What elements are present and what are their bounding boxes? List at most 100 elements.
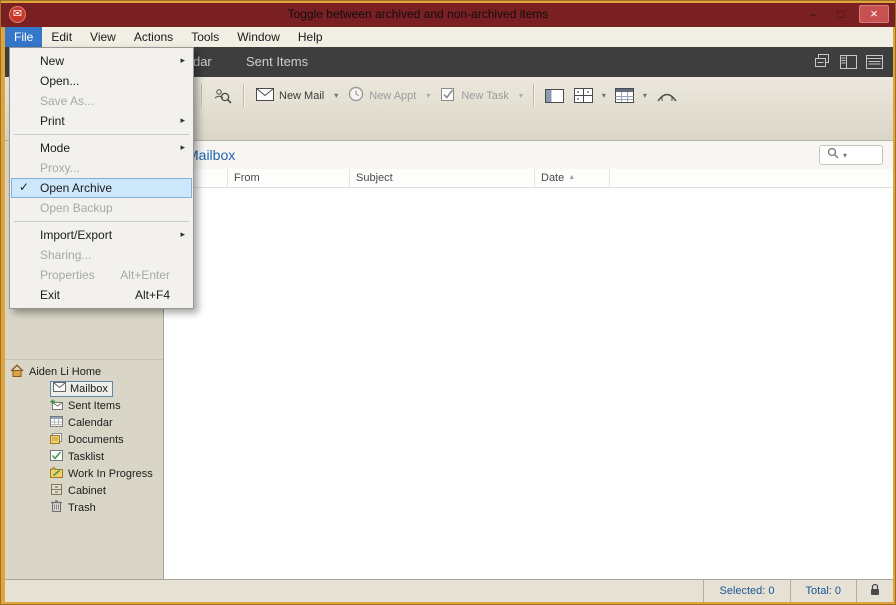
panorama-view-button[interactable] (651, 84, 683, 107)
message-list-empty[interactable] (164, 188, 893, 579)
quickviewer-dropdown[interactable]: ▾ (598, 91, 610, 100)
menu-bar: File Edit View Actions Tools Window Help (5, 27, 893, 47)
menu-view[interactable]: View (81, 27, 125, 47)
folder-cabinet[interactable]: Cabinet (5, 482, 163, 499)
toolbar-separator (533, 84, 534, 107)
maximize-button[interactable]: □ (831, 5, 851, 23)
column-separator[interactable] (227, 169, 228, 187)
menu-item-open-archive[interactable]: ✓ Open Archive (11, 178, 192, 198)
groupwise-logo-icon: ✉ (9, 6, 26, 23)
status-selected: Selected: 0 (703, 580, 789, 602)
folder-tree: Aiden Li Home Mailbox Sent Items (5, 359, 163, 516)
submenu-arrow-icon: ▸ (180, 229, 185, 240)
new-mail-dropdown[interactable]: ▾ (330, 91, 342, 100)
content-area: Mailbox ▾ From Subject Date▲ (164, 141, 893, 579)
trash-icon (50, 500, 63, 515)
menu-item-properties[interactable]: Properties Alt+Enter (11, 265, 192, 285)
folder-trash[interactable]: Trash (5, 499, 163, 516)
search-box[interactable]: ▾ (819, 145, 883, 165)
quickviewer-button[interactable] (569, 84, 598, 107)
menu-item-exit[interactable]: Exit Alt+F4 (11, 285, 192, 305)
folder-sent-items[interactable]: Sent Items (5, 397, 163, 414)
column-separator[interactable] (349, 169, 350, 187)
lock-icon (869, 583, 881, 599)
folder-work-in-progress[interactable]: Work In Progress (5, 465, 163, 482)
title-bar: ✉ Toggle between archived and non-archiv… (1, 3, 895, 27)
new-task-dropdown[interactable]: ▾ (515, 91, 527, 100)
folder-label: Work In Progress (68, 468, 153, 480)
column-subject[interactable]: Subject (356, 172, 393, 184)
split-panel-icon[interactable] (840, 55, 857, 74)
new-task-button[interactable]: New Task (434, 83, 514, 109)
search-icon (827, 146, 839, 164)
menu-item-open[interactable]: Open... (11, 71, 192, 91)
menu-item-import-export[interactable]: Import/Export ▸ (11, 225, 192, 245)
display-settings-dropdown[interactable]: ▾ (639, 91, 651, 100)
search-dropdown-icon[interactable]: ▾ (843, 151, 847, 160)
folder-label: Sent Items (68, 400, 121, 412)
menu-window[interactable]: Window (228, 27, 289, 47)
tasklist-icon (50, 450, 63, 464)
new-appt-button[interactable]: New Appt (342, 82, 422, 109)
menu-item-save-as[interactable]: Save As... (11, 91, 192, 111)
toolbar-separator (201, 84, 202, 107)
menu-item-mode[interactable]: Mode ▸ (11, 138, 192, 158)
folder-label: Calendar (68, 417, 113, 429)
column-separator[interactable] (534, 169, 535, 187)
mailbox-icon (53, 382, 66, 395)
folder-mailbox[interactable]: Mailbox (5, 380, 163, 397)
submenu-arrow-icon: ▸ (180, 115, 185, 126)
send-retrieve-icon[interactable] (815, 54, 831, 74)
folder-label: Cabinet (68, 485, 106, 497)
folder-root-label: Aiden Li Home (29, 366, 101, 378)
selected-folder-box: Mailbox (50, 381, 113, 397)
calendar-icon (50, 416, 63, 430)
menu-shortcut: Alt+F4 (135, 288, 170, 302)
column-separator[interactable] (609, 169, 610, 187)
folder-label: Mailbox (70, 383, 108, 395)
menu-item-proxy[interactable]: Proxy... (11, 158, 192, 178)
menu-shortcut: Alt+Enter (120, 268, 170, 282)
menu-help[interactable]: Help (289, 27, 332, 47)
sort-ascending-icon: ▲ (568, 174, 575, 181)
menu-file[interactable]: File (5, 27, 42, 47)
file-menu-dropdown: New ▸ Open... Save As... Print ▸ Mode ▸ … (9, 47, 194, 309)
menu-actions[interactable]: Actions (125, 27, 182, 47)
column-date[interactable]: Date▲ (541, 172, 575, 184)
folder-tasklist[interactable]: Tasklist (5, 448, 163, 465)
status-bar: Selected: 0 Total: 0 (5, 579, 893, 602)
menu-item-open-backup[interactable]: Open Backup (11, 198, 192, 218)
sent-items-icon (50, 399, 63, 413)
column-from[interactable]: From (234, 172, 260, 184)
wide-panel-icon[interactable] (866, 55, 883, 74)
envelope-icon (256, 88, 274, 104)
window-title: Toggle between archived and non-archived… (61, 7, 775, 21)
home-icon (10, 364, 24, 380)
folder-label: Documents (68, 434, 124, 446)
new-mail-label: New Mail (279, 90, 324, 102)
minimize-button[interactable]: – (803, 5, 823, 23)
menu-item-sharing[interactable]: Sharing... (11, 245, 192, 265)
nav-right-icons (815, 54, 883, 74)
folder-label: Tasklist (68, 451, 104, 463)
menu-tools[interactable]: Tools (182, 27, 228, 47)
find-contact-button[interactable] (208, 83, 237, 109)
close-button[interactable]: × (859, 5, 889, 23)
task-check-icon (440, 87, 456, 105)
show-panel-button[interactable] (540, 85, 569, 107)
folder-root-home[interactable]: Aiden Li Home (5, 363, 163, 380)
page-title: Mailbox (187, 147, 235, 163)
folder-documents[interactable]: Documents (5, 431, 163, 448)
folder-label: Trash (68, 502, 96, 514)
menu-item-new[interactable]: New ▸ (11, 51, 192, 71)
display-settings-button[interactable] (610, 84, 639, 107)
new-appt-dropdown[interactable]: ▾ (422, 91, 434, 100)
new-mail-button[interactable]: New Mail (250, 84, 330, 108)
list-column-header: From Subject Date▲ (164, 169, 893, 188)
menu-item-print[interactable]: Print ▸ (11, 111, 192, 131)
nav-tab-sent-items[interactable]: Sent Items (246, 54, 308, 69)
app-client-area: File Edit View Actions Tools Window Help… (5, 27, 893, 602)
work-in-progress-icon (50, 467, 63, 481)
folder-calendar[interactable]: Calendar (5, 414, 163, 431)
menu-edit[interactable]: Edit (42, 27, 81, 47)
